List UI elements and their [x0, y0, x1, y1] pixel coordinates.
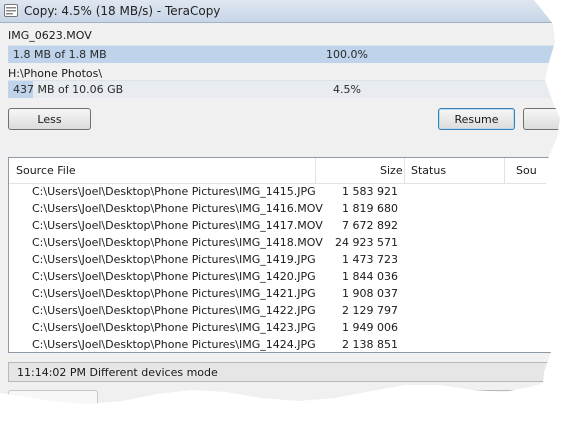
row-source-path: C:\Users\Joel\Desktop\Phone Pictures\IMG…	[32, 185, 316, 198]
cut-off-button[interactable]	[523, 390, 560, 404]
column-divider[interactable]	[504, 158, 505, 183]
table-row[interactable]: C:\Users\Joel\Desktop\Phone Pictures\IMG…	[9, 319, 560, 336]
column-header-size[interactable]: Size	[380, 164, 403, 177]
verify-button[interactable]: Verify	[437, 390, 516, 404]
current-file-progress-text: 1.8 MB of 1.8 MB	[13, 48, 107, 61]
table-header: Source File Size Status Sou	[9, 158, 560, 184]
row-size: 1 583 921	[342, 185, 398, 198]
total-progress-bar: 437 MB of 10.06 GB 4.5%	[8, 80, 560, 98]
total-percent: 4.5%	[333, 83, 361, 96]
teracopy-window: Copy: 4.5% (18 MB/s) - TeraCopy IMG_0623…	[0, 0, 560, 404]
row-size: 2 138 851	[342, 338, 398, 351]
row-source-path: C:\Users\Joel\Desktop\Phone Pictures\IMG…	[32, 236, 323, 249]
status-message: 11:14:02 PM Different devices mode	[17, 366, 218, 379]
total-progress-text: 437 MB of 10.06 GB	[13, 83, 124, 96]
window-title: Copy: 4.5% (18 MB/s) - TeraCopy	[24, 4, 221, 18]
table-row[interactable]: C:\Users\Joel\Desktop\Phone Pictures\IMG…	[9, 200, 560, 217]
row-size: 7 672 892	[342, 219, 398, 232]
row-source-path: C:\Users\Joel\Desktop\Phone Pictures\IMG…	[32, 202, 323, 215]
teracopy-app-icon	[4, 4, 18, 17]
resume-button[interactable]: Resume	[438, 108, 515, 130]
current-file-progress-bar: 1.8 MB of 1.8 MB 100.0%	[8, 45, 560, 63]
row-size: 1 473 723	[342, 253, 398, 266]
destination-path: H:\Phone Photos\	[8, 67, 103, 80]
row-size: 1 908 037	[342, 287, 398, 300]
current-file-percent: 100.0%	[326, 48, 368, 61]
table-row[interactable]: C:\Users\Joel\Desktop\Phone Pictures\IMG…	[9, 234, 560, 251]
table-row[interactable]: C:\Users\Joel\Desktop\Phone Pictures\IMG…	[9, 217, 560, 234]
row-source-path: C:\Users\Joel\Desktop\Phone Pictures\IMG…	[32, 270, 316, 283]
table-row[interactable]: C:\Users\Joel\Desktop\Phone Pictures\IMG…	[9, 251, 560, 268]
table-row[interactable]: C:\Users\Joel\Desktop\Phone Pictures\IMG…	[9, 268, 560, 285]
table-row[interactable]: C:\Users\Joel\Desktop\Phone Pictures\IMG…	[9, 336, 560, 353]
row-source-path: C:\Users\Joel\Desktop\Phone Pictures\IMG…	[32, 219, 323, 232]
column-header-status[interactable]: Status	[411, 164, 446, 177]
cut-off-button[interactable]	[8, 390, 98, 404]
status-bar: 11:14:02 PM Different devices mode	[8, 362, 560, 382]
row-size: 1 949 006	[342, 321, 398, 334]
column-divider[interactable]	[404, 158, 405, 183]
current-file-name: IMG_0623.MOV	[8, 29, 92, 42]
column-header-source-file[interactable]: Source File	[16, 164, 76, 177]
row-size: 2 129 797	[342, 304, 398, 317]
title-bar[interactable]: Copy: 4.5% (18 MB/s) - TeraCopy	[0, 0, 560, 23]
table-row[interactable]: C:\Users\Joel\Desktop\Phone Pictures\IMG…	[9, 183, 560, 200]
row-size: 24 923 571	[335, 236, 398, 249]
column-divider[interactable]	[315, 158, 316, 183]
row-source-path: C:\Users\Joel\Desktop\Phone Pictures\IMG…	[32, 321, 316, 334]
less-button[interactable]: Less	[8, 108, 91, 130]
row-source-path: C:\Users\Joel\Desktop\Phone Pictures\IMG…	[32, 287, 316, 300]
column-header-source[interactable]: Sou	[516, 164, 537, 177]
row-source-path: C:\Users\Joel\Desktop\Phone Pictures\IMG…	[32, 338, 316, 351]
file-list-table[interactable]: Source File Size Status Sou C:\Users\Joe…	[8, 157, 560, 353]
row-size: 1 844 036	[342, 270, 398, 283]
table-row[interactable]: C:\Users\Joel\Desktop\Phone Pictures\IMG…	[9, 285, 560, 302]
row-size: 1 819 680	[342, 202, 398, 215]
cut-off-button[interactable]	[523, 108, 560, 130]
row-source-path: C:\Users\Joel\Desktop\Phone Pictures\IMG…	[32, 253, 316, 266]
row-source-path: C:\Users\Joel\Desktop\Phone Pictures\IMG…	[32, 304, 316, 317]
table-row[interactable]: C:\Users\Joel\Desktop\Phone Pictures\IMG…	[9, 302, 560, 319]
